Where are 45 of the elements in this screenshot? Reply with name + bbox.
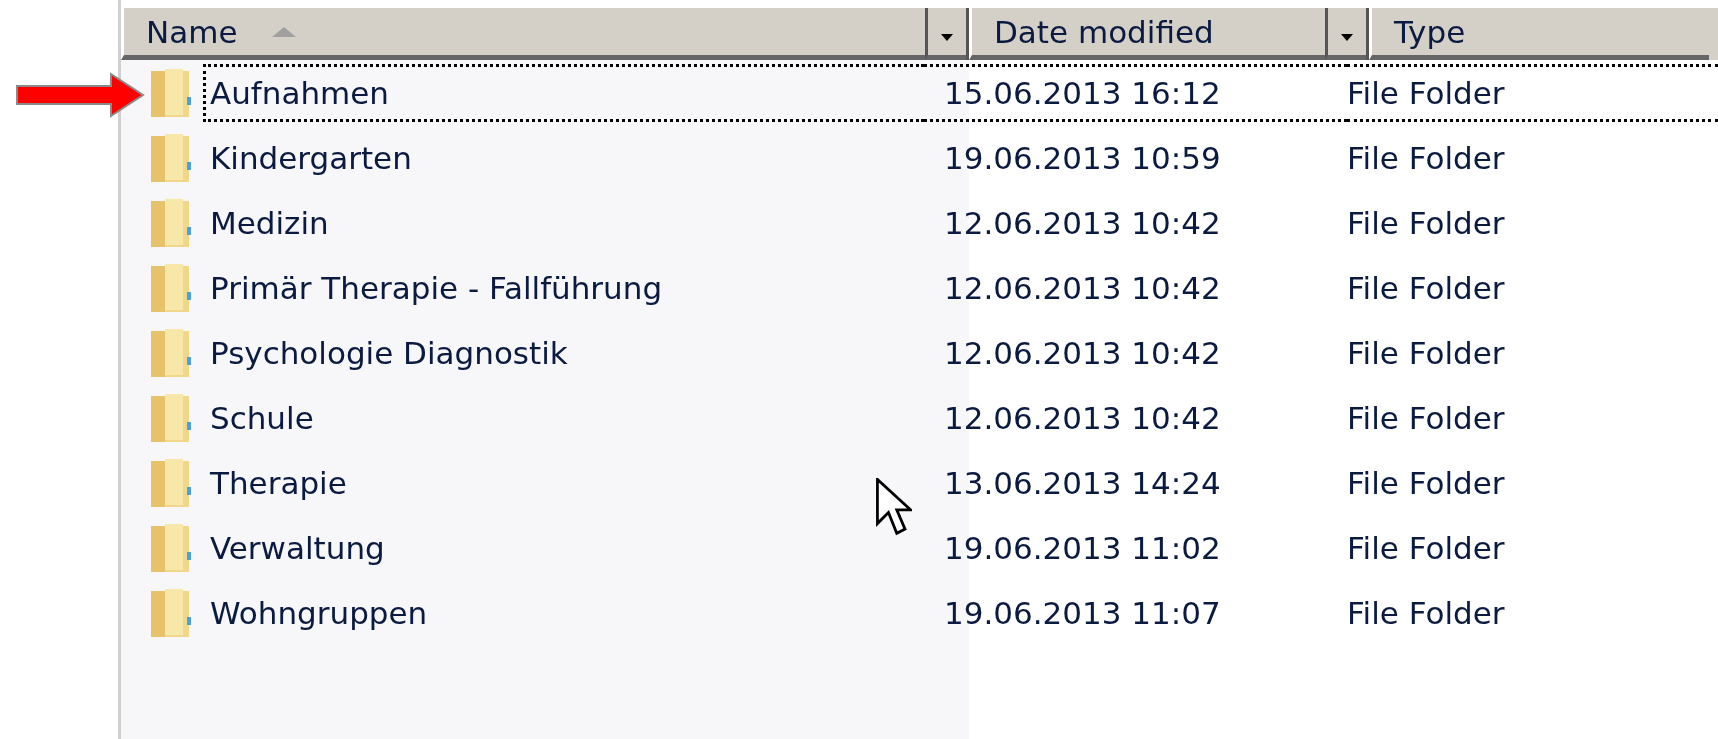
type-text: File Folder [1347,74,1505,111]
file-name[interactable]: Aufnahmen [203,63,924,122]
folder-icon [149,326,193,379]
date-modified-text: 12.06.2013 10:42 [944,269,1221,306]
date-modified-text: 12.06.2013 10:42 [944,399,1221,436]
caret-icon [1341,34,1353,41]
folder-icon [149,131,193,184]
date-modified-text: 15.06.2013 16:12 [944,74,1221,111]
file-name[interactable]: Schule [203,388,924,447]
folder-icon [149,391,193,444]
type-text: File Folder [1347,464,1505,501]
folder-icon [149,456,193,509]
date-modified-text: 13.06.2013 14:24 [944,464,1221,501]
type-text: File Folder [1347,529,1505,566]
date-modified-text: 12.06.2013 10:42 [944,334,1221,371]
type-text: File Folder [1347,139,1505,176]
type-text: File Folder [1347,334,1505,371]
file-name[interactable]: Psychologie Diagnostik [203,323,924,382]
column-header[interactable]: Name [121,8,925,60]
folder-icon [149,196,193,249]
file-name[interactable]: Therapie [203,453,924,512]
sort-ascending-icon [271,25,298,38]
file-name[interactable]: Kindergarten [203,128,924,187]
folder-icon [149,521,193,574]
type-text: File Folder [1347,399,1505,436]
date-modified-text: 19.06.2013 10:59 [944,139,1221,176]
folder-icon [149,66,193,119]
type-text: File Folder [1347,594,1505,631]
date-modified-text: 12.06.2013 10:42 [944,204,1221,241]
file-name[interactable]: Wohngruppen [203,583,924,642]
date-modified-text: 19.06.2013 11:02 [944,529,1221,566]
file-name[interactable]: Verwaltung [203,518,924,577]
file-name[interactable]: Medizin [203,193,924,252]
caret-icon [941,34,953,41]
type-text: File Folder [1347,269,1505,306]
mouse-pointer-icon [876,478,912,536]
file-name[interactable]: Primär Therapie - Fallführung [203,258,924,317]
folder-icon [149,586,193,639]
folder-icon [149,261,193,314]
column-header[interactable]: Type [1369,8,1709,60]
column-dropdown-button[interactable] [1325,8,1366,60]
date-modified-text: 19.06.2013 11:07 [944,594,1221,631]
type-text: File Folder [1347,204,1505,241]
column-dropdown-button[interactable] [925,8,966,60]
column-header[interactable]: Date modified [969,8,1325,60]
